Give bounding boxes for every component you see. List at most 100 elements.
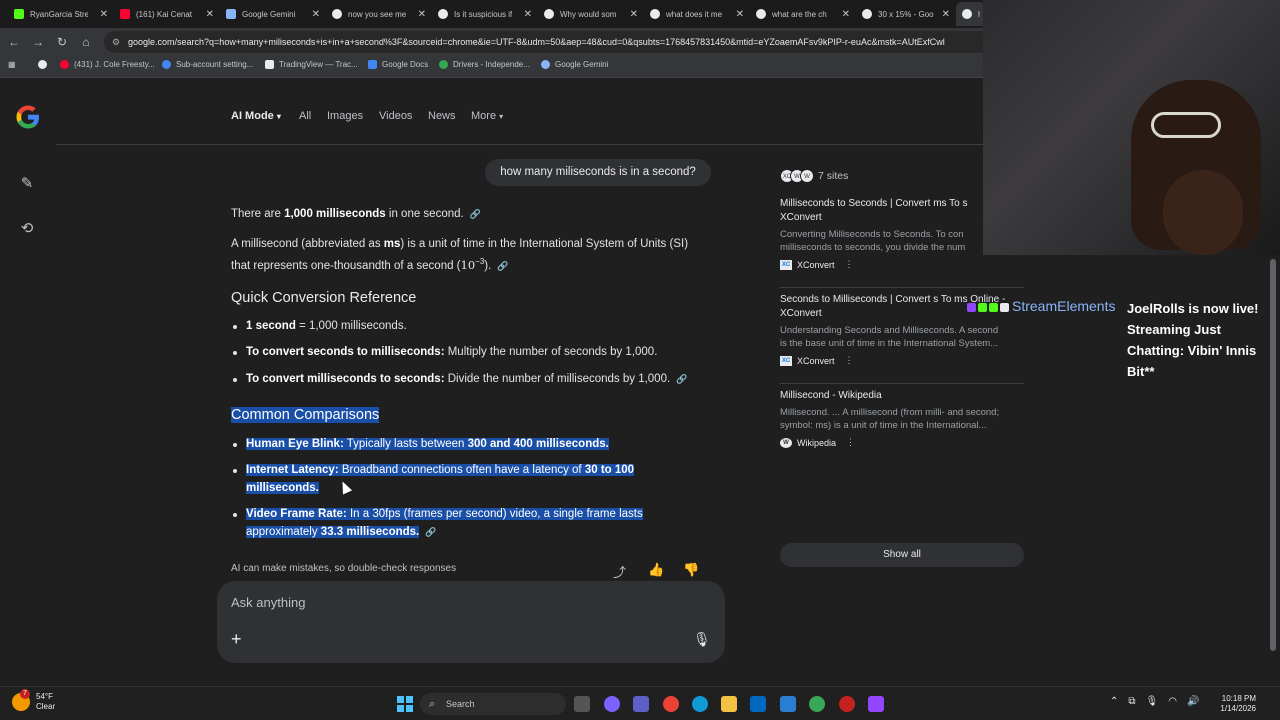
browser-tab[interactable]: 30 x 15% - Goo ✕ <box>856 2 956 26</box>
share-icon[interactable]: ⤴ <box>613 562 626 581</box>
ask-input-box[interactable]: Ask anything + 🎙 <box>217 581 725 663</box>
definition-paragraph: A millisecond (abbreviated as ms) is a u… <box>231 238 689 272</box>
taskbar: 7 54°F Clear ⌕ Search ⌃ ⧉ 🎙 ◠ 🔊 10:18 PM 1/… <box>0 686 1280 720</box>
close-icon[interactable]: ✕ <box>842 9 850 20</box>
thumbs-up-icon[interactable]: 👍 <box>648 562 664 578</box>
new-chat-icon[interactable]: ✎ <box>18 174 36 192</box>
stream-alert: StreamElements JoelRolls is now live! St… <box>967 298 1280 388</box>
section-heading-common: Common Comparisons <box>231 407 380 423</box>
ask-input-placeholder[interactable]: Ask anything <box>231 595 305 610</box>
store-icon[interactable] <box>750 696 766 712</box>
browser-tab[interactable]: what are the ch ✕ <box>750 2 856 26</box>
copilot-icon[interactable] <box>604 696 620 712</box>
close-icon[interactable]: ✕ <box>418 9 426 20</box>
browser-tab[interactable]: Is it suspicious if ✕ <box>432 2 538 26</box>
bookmark-item[interactable]: Google Docs <box>368 60 428 69</box>
google-logo-icon[interactable] <box>14 103 42 131</box>
google-icon <box>962 9 972 19</box>
tab-images[interactable]: Images <box>327 110 363 122</box>
list-item: To convert seconds to milliseconds: Mult… <box>246 346 658 358</box>
close-icon[interactable]: ✕ <box>942 9 950 20</box>
home-icon[interactable]: ⌂ <box>78 34 94 50</box>
tab-ai-mode[interactable]: AI Mode ▾ <box>231 110 281 122</box>
reload-icon[interactable]: ↻ <box>54 34 70 50</box>
sources-header[interactable]: XC W W 7 sites <box>780 169 848 183</box>
gemini-icon <box>541 60 550 69</box>
docs-icon <box>368 60 377 69</box>
more-options-icon[interactable]: ⋮ <box>845 259 854 270</box>
app-icon[interactable] <box>809 696 825 712</box>
windows-start-icon[interactable] <box>397 696 413 712</box>
volume-icon[interactable]: 🔊 <box>1187 696 1199 707</box>
bookmark-item[interactable]: Drivers - Independe... <box>439 60 530 69</box>
list-item: Video Frame Rate: In a 30fps (frames per… <box>246 508 643 538</box>
browser-tab[interactable]: now you see me ✕ <box>326 2 432 26</box>
browser-tab[interactable]: Why would som ✕ <box>538 2 644 26</box>
source-card[interactable]: Millisecond - Wikipedia Millisecond. ...… <box>780 389 1024 448</box>
more-options-icon[interactable]: ⋮ <box>845 355 854 366</box>
browser-tab-active[interactable]: h <box>956 2 986 26</box>
close-icon[interactable]: ✕ <box>206 9 214 20</box>
task-view-icon[interactable] <box>574 696 590 712</box>
network-icon[interactable]: ⧉ <box>1128 696 1135 707</box>
youtube-icon <box>60 60 69 69</box>
file-explorer-icon[interactable] <box>721 696 737 712</box>
browser-tab[interactable]: Google Gemini ✕ <box>220 2 326 26</box>
drivers-icon <box>439 60 448 69</box>
link-icon[interactable]: 🔗 <box>497 261 508 271</box>
search-icon: ⌕ <box>429 698 436 710</box>
browser-tab[interactable]: what does it me ✕ <box>644 2 750 26</box>
site-info-icon[interactable]: ⚙ <box>112 31 120 53</box>
chevron-up-icon[interactable]: ⌃ <box>1110 696 1118 707</box>
close-icon[interactable]: ✕ <box>312 9 320 20</box>
close-icon[interactable]: ✕ <box>736 9 744 20</box>
youtube-icon <box>120 9 130 19</box>
thumbs-down-icon[interactable]: 👎 <box>683 562 699 578</box>
tab-videos[interactable]: Videos <box>379 110 412 122</box>
apps-icon[interactable]: ▦ <box>8 60 16 69</box>
bullet <box>233 351 237 355</box>
bookmark-item[interactable]: Sub-account setting... <box>162 60 253 69</box>
link-icon[interactable]: 🔗 <box>470 209 481 219</box>
mic-icon[interactable]: 🎙 <box>1146 696 1159 707</box>
link-icon[interactable]: 🔗 <box>425 527 436 537</box>
mic-icon[interactable]: 🎙 <box>693 631 711 648</box>
app-icon[interactable] <box>839 696 855 712</box>
forward-icon[interactable]: → <box>30 34 46 50</box>
wifi-icon[interactable]: ◠ <box>1168 696 1177 707</box>
history-icon[interactable]: ⟲ <box>18 219 36 237</box>
bookmark-item[interactable]: TradingView — Trac... <box>265 60 358 69</box>
more-options-icon[interactable]: ⋮ <box>846 437 855 448</box>
google-icon <box>862 9 872 19</box>
close-icon[interactable]: ✕ <box>630 9 638 20</box>
show-all-button[interactable]: Show all <box>780 543 1024 567</box>
bullet <box>233 325 237 329</box>
tab-all[interactable]: All <box>299 110 311 122</box>
webcam-overlay <box>983 0 1280 255</box>
address-bar-url: google.com/search?q=how+many+miliseconds… <box>128 37 945 47</box>
xconvert-icon: XC <box>780 355 792 366</box>
weather-widget[interactable]: 7 54°F Clear <box>12 689 55 712</box>
back-icon[interactable]: ← <box>6 34 22 50</box>
app-icon[interactable] <box>780 696 796 712</box>
clock[interactable]: 10:18 PM 1/14/2026 <box>1212 694 1256 714</box>
bookmark-item[interactable]: (431) J. Cole Freesty... <box>60 60 155 69</box>
plus-icon[interactable]: + <box>231 629 242 650</box>
section-heading-quick: Quick Conversion Reference <box>231 290 417 306</box>
chrome-icon[interactable] <box>663 696 679 712</box>
google-bookmark-icon[interactable] <box>38 60 52 69</box>
teams-icon[interactable] <box>633 696 649 712</box>
address-bar[interactable]: ⚙ google.com/search?q=how+many+milisecon… <box>104 31 1004 53</box>
browser-tab[interactable]: (161) Kai Cenat ✕ <box>114 2 220 26</box>
edge-icon[interactable] <box>692 696 708 712</box>
tab-more[interactable]: More ▾ <box>471 110 503 122</box>
taskbar-search[interactable]: ⌕ Search <box>420 693 566 715</box>
system-tray: ⌃ ⧉ 🎙 ◠ 🔊 <box>1110 696 1199 707</box>
browser-tab[interactable]: RyanGarcia Strea ✕ <box>8 2 114 26</box>
close-icon[interactable]: ✕ <box>100 9 108 20</box>
app-icon[interactable] <box>868 696 884 712</box>
link-icon[interactable]: 🔗 <box>676 374 687 384</box>
close-icon[interactable]: ✕ <box>524 9 532 20</box>
bookmark-item[interactable]: Google Gemini <box>541 60 608 69</box>
tab-news[interactable]: News <box>428 110 456 122</box>
